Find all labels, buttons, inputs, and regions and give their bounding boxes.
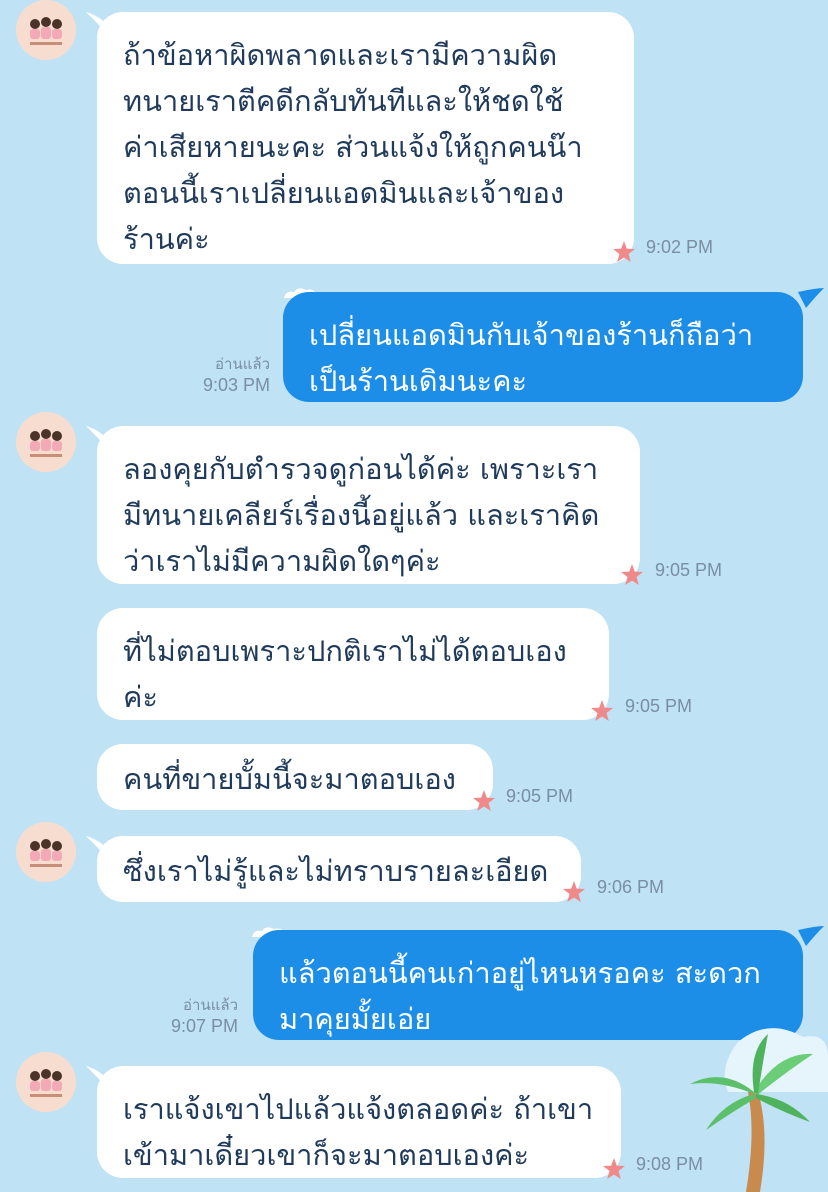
starfish-icon <box>591 700 613 721</box>
chat-thread[interactable]: ถ้าข้อหาผิดพลาดและเรามีความผิด ทนายเราตี… <box>0 0 828 1192</box>
avatar[interactable] <box>16 0 76 60</box>
starfish-icon <box>621 564 643 585</box>
message-bubble-incoming[interactable]: ลองคุยกับตำรวจดูก่อนได้ค่ะ เพราะเรา มีทน… <box>97 426 640 584</box>
shop-avatar-icon <box>16 822 76 882</box>
avatar[interactable] <box>16 822 76 882</box>
message-time: 9:05 PM <box>655 560 723 580</box>
message-time: 9:03 PM <box>202 375 270 395</box>
message-time: 9:05 PM <box>625 696 693 716</box>
message-bubble-incoming[interactable]: ที่ไม่ตอบเพราะปกติเราไม่ได้ตอบเอง ค่ะ <box>97 608 609 720</box>
message-time: 9:05 PM <box>506 786 574 806</box>
message-time: 9:06 PM <box>597 877 665 897</box>
message-time: 9:08 PM <box>636 1154 704 1174</box>
read-receipt: อ่านแล้ว <box>215 355 270 373</box>
message-bubble-outgoing[interactable]: เปลี่ยนแอดมินกับเจ้าของร้านก็ถือว่า เป็น… <box>283 292 803 402</box>
message-bubble-incoming[interactable]: ซึ่งเราไม่รู้และไม่ทราบรายละเอียด <box>97 836 581 902</box>
message-bubble-incoming[interactable]: เราแจ้งเขาไปแล้วแจ้งตลอดค่ะ ถ้าเขา เข้าม… <box>97 1066 621 1178</box>
starfish-icon <box>473 790 495 811</box>
starfish-icon <box>563 881 585 902</box>
shop-avatar-icon <box>16 412 76 472</box>
message-time: 9:07 PM <box>170 1016 238 1036</box>
shop-avatar-icon <box>16 0 76 60</box>
starfish-icon <box>603 1158 625 1179</box>
bubble-tail <box>798 288 824 308</box>
message-bubble-incoming[interactable]: คนที่ขายบั้มนี้จะมาตอบเอง <box>97 744 493 810</box>
bubble-tail <box>798 926 824 946</box>
starfish-icon <box>613 241 635 262</box>
avatar[interactable] <box>16 1052 76 1112</box>
read-receipt: อ่านแล้ว <box>183 996 238 1014</box>
shop-avatar-icon <box>16 1052 76 1112</box>
message-bubble-incoming[interactable]: ถ้าข้อหาผิดพลาดและเรามีความผิด ทนายเราตี… <box>97 12 634 264</box>
avatar[interactable] <box>16 412 76 472</box>
message-time: 9:02 PM <box>646 237 714 257</box>
